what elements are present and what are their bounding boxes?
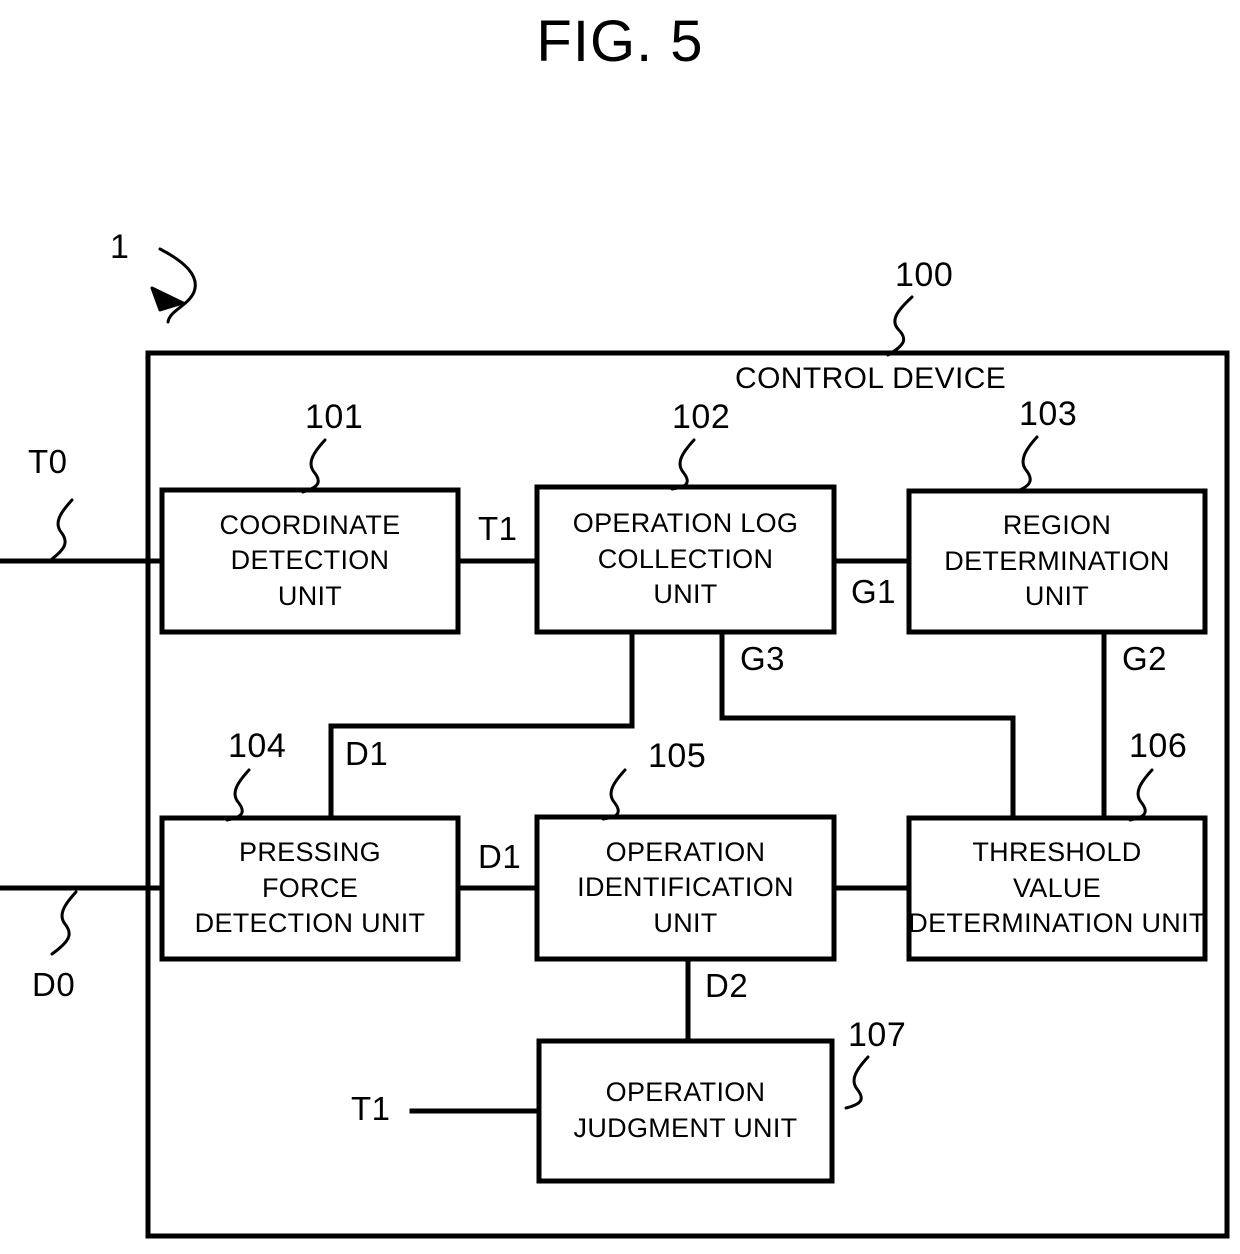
wire-d1-102-104: [328, 629, 635, 821]
signal-label-d2: D2: [705, 967, 749, 1004]
ref-numeral-102: 102: [672, 398, 731, 436]
signal-label-d1-vertical: D1: [345, 735, 389, 772]
leader-ref-102: [670, 438, 696, 491]
signal-label-t1-107-input: T1: [351, 1090, 391, 1127]
leader-ref-107: [844, 1055, 870, 1110]
arrowhead-ref-1: [150, 286, 185, 312]
leader-ref-100: [886, 295, 914, 357]
block-103-rect: [906, 488, 1208, 635]
block-101-rect: [159, 487, 461, 635]
leader-sig-t0: [46, 498, 74, 564]
block-102-rect: [534, 484, 837, 635]
signal-label-g2: G2: [1122, 640, 1168, 677]
block-106-rect: [906, 815, 1208, 962]
leader-ref-101: [301, 438, 327, 494]
signal-label-g1: G1: [851, 573, 897, 610]
ref-numeral-107: 107: [848, 1016, 907, 1054]
ref-numeral-1: 1: [110, 228, 130, 266]
figure-canvas: FIG. 5 COORDINATE DETECTION UNIT OPERATI…: [0, 0, 1240, 1254]
leader-ref-106: [1128, 768, 1154, 822]
leader-ref-105: [601, 768, 627, 821]
signal-label-t1-101-102: T1: [478, 510, 518, 547]
ref-numeral-106: 106: [1129, 727, 1188, 765]
block-105-rect: [534, 814, 837, 962]
leader-sig-d0: [50, 890, 78, 956]
ref-numeral-105: 105: [648, 737, 707, 775]
ref-numeral-100: 100: [895, 256, 954, 294]
block-104-rect: [159, 815, 461, 962]
leader-ref-103: [1013, 435, 1039, 494]
control-device-title: CONTROL DEVICE: [735, 362, 1007, 395]
leader-ref-1: [158, 247, 197, 324]
signal-label-g3: G3: [740, 640, 786, 677]
block-107-rect: [536, 1038, 835, 1184]
ref-numeral-103: 103: [1019, 395, 1078, 433]
signal-label-t0: T0: [28, 443, 68, 480]
diagram-vector-layer: [0, 247, 1230, 1239]
signal-label-d1-104-105: D1: [478, 838, 522, 875]
leader-ref-104: [225, 768, 251, 822]
signal-label-d0: D0: [32, 966, 76, 1003]
ref-numeral-104: 104: [228, 727, 287, 765]
ref-numeral-101: 101: [305, 398, 364, 436]
